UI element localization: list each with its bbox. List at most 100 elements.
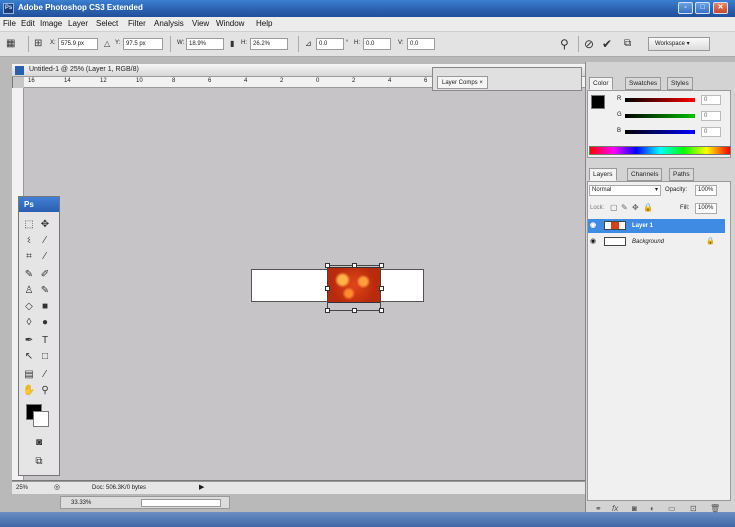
blur-tool-icon[interactable]: ◊ xyxy=(22,316,36,329)
magic-wand-tool-icon[interactable]: ⁄ xyxy=(38,234,52,247)
width-field[interactable]: 18.9% xyxy=(186,38,224,50)
history-brush-tool-icon[interactable]: ✎ xyxy=(38,284,52,297)
tab-color[interactable]: Color × xyxy=(589,77,613,98)
crop-tool-icon[interactable]: ⌗ xyxy=(22,250,36,263)
reference-point-icon[interactable]: ⊞ xyxy=(34,36,42,52)
red-value-field[interactable]: 0 xyxy=(701,95,721,105)
layer-name[interactable]: Background xyxy=(632,235,664,249)
tool-preset-icon[interactable]: ▦ xyxy=(6,36,15,52)
transform-bounding-box[interactable] xyxy=(325,263,384,313)
delta-icon[interactable]: △ xyxy=(104,36,110,52)
menu-image[interactable]: Image xyxy=(40,19,62,28)
link-layers-icon[interactable]: ⚭ xyxy=(595,504,602,513)
menu-view[interactable]: View xyxy=(192,19,209,28)
dodge-tool-icon[interactable]: ● xyxy=(38,316,52,329)
menu-analysis[interactable]: Analysis xyxy=(154,19,184,28)
red-slider[interactable] xyxy=(625,98,695,102)
tab-layers[interactable]: Layers × xyxy=(589,168,617,189)
layer-name[interactable]: Layer 1 xyxy=(632,219,653,233)
warp-icon[interactable]: ⚲ xyxy=(560,36,569,52)
minimize-button[interactable]: - xyxy=(678,2,693,14)
tab-layer-comps[interactable]: Layer Comps × xyxy=(437,76,488,89)
layer-row-background[interactable]: ◉ Background 🔒 xyxy=(588,235,725,249)
transform-handle[interactable] xyxy=(352,263,357,268)
tools-panel-header[interactable]: Ps xyxy=(19,197,59,212)
height-field[interactable]: 26.2% xyxy=(250,38,288,50)
brush-tool-icon[interactable]: ✐ xyxy=(38,268,52,281)
clone-stamp-tool-icon[interactable]: ♙ xyxy=(22,284,36,297)
transform-handle[interactable] xyxy=(379,286,384,291)
vskew-field[interactable]: 0.0 xyxy=(407,38,435,50)
horizontal-scrollbar[interactable] xyxy=(141,499,221,507)
healing-brush-tool-icon[interactable]: ✎ xyxy=(22,268,36,281)
lock-pixels-icon[interactable]: ✎ xyxy=(621,203,628,212)
layer-row-layer-1[interactable]: ◉ Layer 1 xyxy=(588,219,725,233)
status-menu-arrow-icon[interactable]: ▶ xyxy=(199,483,204,493)
slice-tool-icon[interactable]: ⁄ xyxy=(38,250,52,263)
gradient-tool-icon[interactable]: ■ xyxy=(38,300,52,313)
fill-field[interactable]: 100% xyxy=(695,203,717,214)
menu-filter[interactable]: Filter xyxy=(128,19,146,28)
visibility-eye-icon[interactable]: ◉ xyxy=(590,235,600,249)
tab-styles[interactable]: Styles xyxy=(667,77,693,90)
eyedropper-tool-icon[interactable]: ⁄ xyxy=(38,368,52,381)
transform-handle[interactable] xyxy=(379,308,384,313)
hand-tool-icon[interactable]: ✋ xyxy=(22,384,36,397)
zoom-level[interactable]: 25% xyxy=(16,483,46,493)
cancel-transform-icon[interactable]: ⊘ xyxy=(584,36,594,52)
new-group-icon[interactable]: ▭ xyxy=(668,504,676,513)
blend-mode-select[interactable]: Normal ▾ xyxy=(589,185,661,196)
blue-value-field[interactable]: 0 xyxy=(701,127,721,137)
menu-layer[interactable]: Layer xyxy=(68,19,88,28)
tab-channels[interactable]: Channels xyxy=(627,168,663,181)
menu-file[interactable]: File xyxy=(3,19,16,28)
menu-select[interactable]: Select xyxy=(96,19,118,28)
adjustment-layer-icon[interactable]: ◐ xyxy=(650,504,655,513)
notes-tool-icon[interactable]: ▤ xyxy=(22,368,36,381)
tab-swatches[interactable]: Swatches xyxy=(625,77,662,90)
transform-handle[interactable] xyxy=(325,286,330,291)
transform-handle[interactable] xyxy=(325,308,330,313)
green-slider[interactable] xyxy=(625,114,695,118)
delete-layer-icon[interactable]: 🗑 xyxy=(710,504,720,513)
quick-mask-icon[interactable]: ◙ xyxy=(32,436,46,449)
marquee-tool-icon[interactable]: ⬚ xyxy=(22,218,36,231)
link-icon[interactable]: ▮ xyxy=(230,36,234,52)
status-icon[interactable]: ◎ xyxy=(54,483,60,491)
close-button[interactable]: ✕ xyxy=(713,2,728,14)
blue-slider[interactable] xyxy=(625,130,695,134)
layer-style-icon[interactable]: fx xyxy=(612,504,618,513)
shape-tool-icon[interactable]: □ xyxy=(38,350,52,363)
color-spectrum-bar[interactable] xyxy=(589,146,731,155)
new-layer-icon[interactable]: ⊡ xyxy=(690,504,697,513)
commit-transform-icon[interactable]: ✔ xyxy=(602,36,612,52)
workspace-button[interactable]: Workspace ▾ xyxy=(648,37,710,51)
lock-all-icon[interactable]: 🔒 xyxy=(643,203,653,212)
transform-handle[interactable] xyxy=(325,263,330,268)
opacity-field[interactable]: 100% xyxy=(695,185,717,196)
layer-mask-icon[interactable]: ◙ xyxy=(632,504,637,513)
pen-tool-icon[interactable]: ✒ xyxy=(22,334,36,347)
angle-field[interactable]: 0.0 xyxy=(316,38,344,50)
lock-position-icon[interactable]: ✥ xyxy=(632,203,639,212)
hskew-field[interactable]: 0.0 xyxy=(363,38,391,50)
tab-paths[interactable]: Paths xyxy=(669,168,694,181)
lasso-tool-icon[interactable]: ଽ xyxy=(22,234,36,247)
transform-handle[interactable] xyxy=(352,308,357,313)
bridge-icon[interactable]: ⧉ xyxy=(624,36,631,52)
move-tool-icon[interactable]: ✥ xyxy=(38,218,52,231)
maximize-button[interactable]: □ xyxy=(695,2,710,14)
menu-window[interactable]: Window xyxy=(216,19,244,28)
secondary-zoom-level[interactable]: 33.33% xyxy=(71,498,91,508)
visibility-eye-icon[interactable]: ◉ xyxy=(590,219,600,233)
screen-mode-icon[interactable]: ⧉ xyxy=(32,455,46,468)
eraser-tool-icon[interactable]: ◇ xyxy=(22,300,36,313)
type-tool-icon[interactable]: T xyxy=(38,334,52,347)
color-panel-foreground-swatch[interactable] xyxy=(591,95,605,109)
transform-handle[interactable] xyxy=(379,263,384,268)
menu-help[interactable]: Help xyxy=(256,19,272,28)
menu-edit[interactable]: Edit xyxy=(21,19,35,28)
y-field[interactable]: 97.5 px xyxy=(123,38,163,50)
path-selection-tool-icon[interactable]: ↖ xyxy=(22,350,36,363)
x-field[interactable]: 575.9 px xyxy=(58,38,98,50)
